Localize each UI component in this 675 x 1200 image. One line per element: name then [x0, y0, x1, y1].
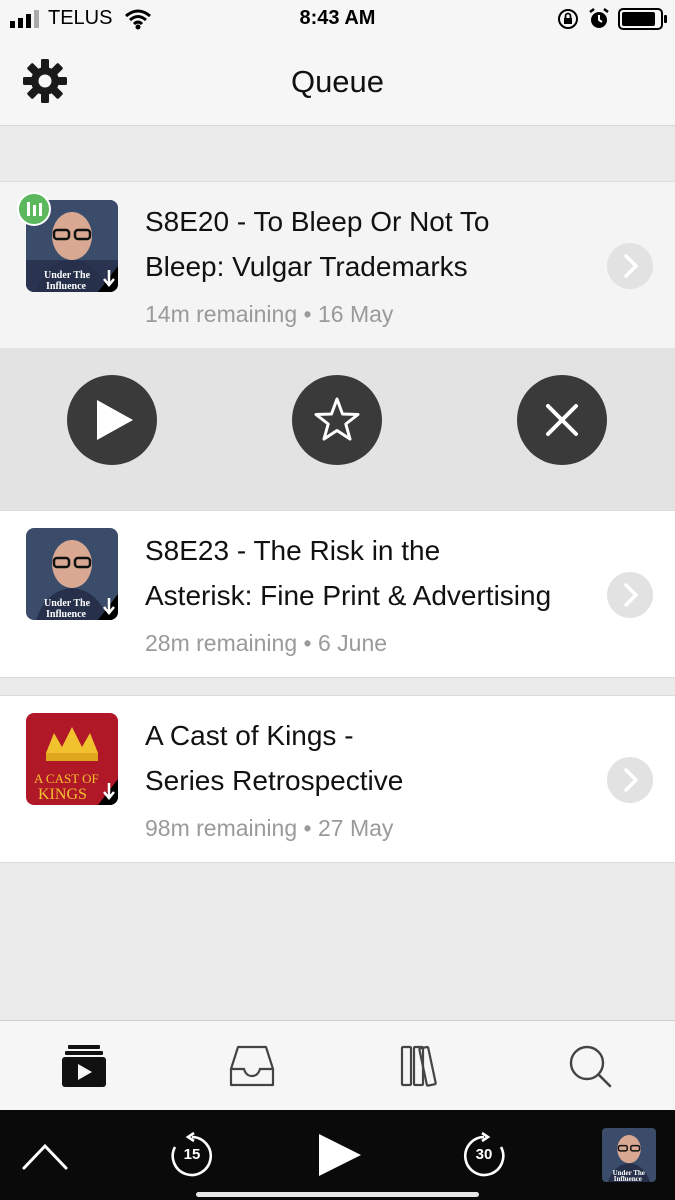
up-next-icon [62, 1045, 106, 1087]
chevron-up-icon[interactable] [20, 1138, 70, 1172]
inbox-icon [229, 1045, 275, 1087]
play-icon [97, 400, 133, 440]
tab-up-next[interactable] [0, 1021, 168, 1111]
search-icon [569, 1045, 612, 1088]
tab-library[interactable] [337, 1021, 505, 1111]
chevron-right-icon[interactable] [607, 243, 653, 289]
svg-text:KINGS: KINGS [38, 786, 87, 803]
svg-text:Influence: Influence [46, 609, 87, 620]
rotation-lock-icon [558, 9, 578, 29]
mini-player: 15 30 Under The Influence [0, 1110, 675, 1200]
episode-meta: 28m remaining • 6 June [145, 630, 388, 656]
play-icon[interactable] [316, 1132, 364, 1178]
episode-title: S8E23 - The Risk in the Asterisk: Fine P… [145, 535, 552, 611]
tab-search[interactable] [506, 1021, 674, 1111]
star-button[interactable] [292, 375, 382, 465]
close-icon [546, 404, 578, 436]
chevron-right-icon[interactable] [607, 572, 653, 618]
tab-bar [0, 1020, 675, 1110]
episode-title: A Cast of Kings - Series Retrospective [145, 720, 404, 796]
episode-meta: 98m remaining • 27 May [145, 815, 394, 841]
skip-back-seconds: 15 [183, 1146, 201, 1163]
library-icon [400, 1045, 437, 1087]
episode-title: S8E20 - To Bleep Or Not To Bleep: Vulgar… [145, 206, 490, 282]
chevron-right-icon[interactable] [607, 757, 653, 803]
now-playing-icon [17, 192, 51, 226]
alarm-icon [589, 8, 609, 28]
podcast-artwork: Under The Influence [26, 528, 118, 620]
page-title: Queue [290, 64, 385, 99]
svg-text:Influence: Influence [46, 281, 87, 292]
battery-icon [618, 8, 667, 30]
tab-inbox[interactable] [168, 1021, 336, 1111]
svg-text:Under The: Under The [44, 270, 91, 281]
svg-text:A CAST OF: A CAST OF [34, 771, 99, 786]
skip-forward-button[interactable]: 30 [460, 1131, 508, 1180]
queue-item[interactable]: Under The Influence S8E20 - To Bleep Or … [0, 181, 675, 349]
skip-back-button[interactable]: 15 [168, 1131, 216, 1180]
play-button[interactable] [67, 375, 157, 465]
star-icon [314, 397, 360, 441]
svg-text:Under The: Under The [44, 598, 91, 609]
status-bar: TELUS 8:43 AM [0, 0, 675, 38]
home-indicator [196, 1192, 479, 1197]
remove-button[interactable] [517, 375, 607, 465]
episode-meta: 14m remaining • 16 May [145, 301, 394, 327]
podcast-artwork: A CAST OF KINGS [26, 713, 118, 805]
skip-forward-seconds: 30 [475, 1146, 493, 1163]
action-tray [0, 348, 675, 510]
queue-item[interactable]: A CAST OF KINGS A Cast of Kings - Series… [0, 695, 675, 863]
svg-text:Influence: Influence [614, 1175, 642, 1182]
queue-item[interactable]: Under The Influence S8E23 - The Risk in … [0, 510, 675, 678]
now-playing-artwork[interactable]: Under The Influence [602, 1128, 656, 1182]
